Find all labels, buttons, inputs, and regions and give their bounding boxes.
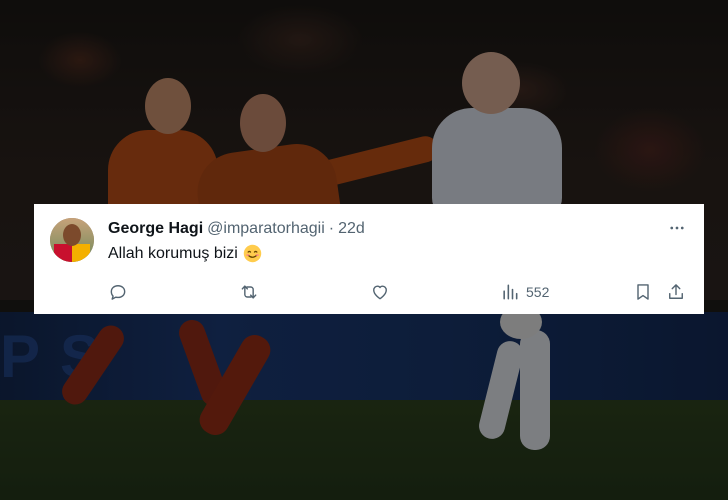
user-handle[interactable]: @imparatorhagii — [207, 220, 325, 238]
tweet-text: Allah korumuş bizi — [108, 244, 238, 262]
tweet-card[interactable]: George Hagi @imparatorhagii · 22d Allah … — [34, 204, 704, 314]
tweet-time[interactable]: 22d — [338, 220, 365, 238]
heart-icon — [373, 285, 387, 300]
smiling-face-emoji — [243, 244, 262, 263]
tweet-text-row: Allah korumuş bizi — [108, 244, 262, 263]
display-name[interactable]: George Hagi — [108, 220, 203, 238]
views-chart-icon — [503, 284, 518, 300]
share-button[interactable] — [666, 280, 686, 304]
reply-button[interactable] — [108, 280, 128, 304]
retweet-icon — [241, 285, 257, 299]
bookmark-icon — [637, 284, 649, 300]
like-button[interactable] — [370, 280, 390, 304]
tweet-actions: 552 — [108, 280, 690, 304]
views-count: 552 — [526, 284, 550, 300]
avatar[interactable] — [50, 218, 94, 262]
bookmark-button[interactable] — [633, 280, 653, 304]
reply-icon — [110, 285, 126, 300]
more-dots-icon[interactable] — [666, 218, 688, 238]
views-button[interactable]: 552 — [500, 280, 549, 304]
separator-dot: · — [328, 220, 335, 237]
tweet-header: George Hagi @imparatorhagii · 22d — [108, 220, 365, 238]
share-icon — [669, 284, 683, 299]
retweet-button[interactable] — [239, 280, 259, 304]
